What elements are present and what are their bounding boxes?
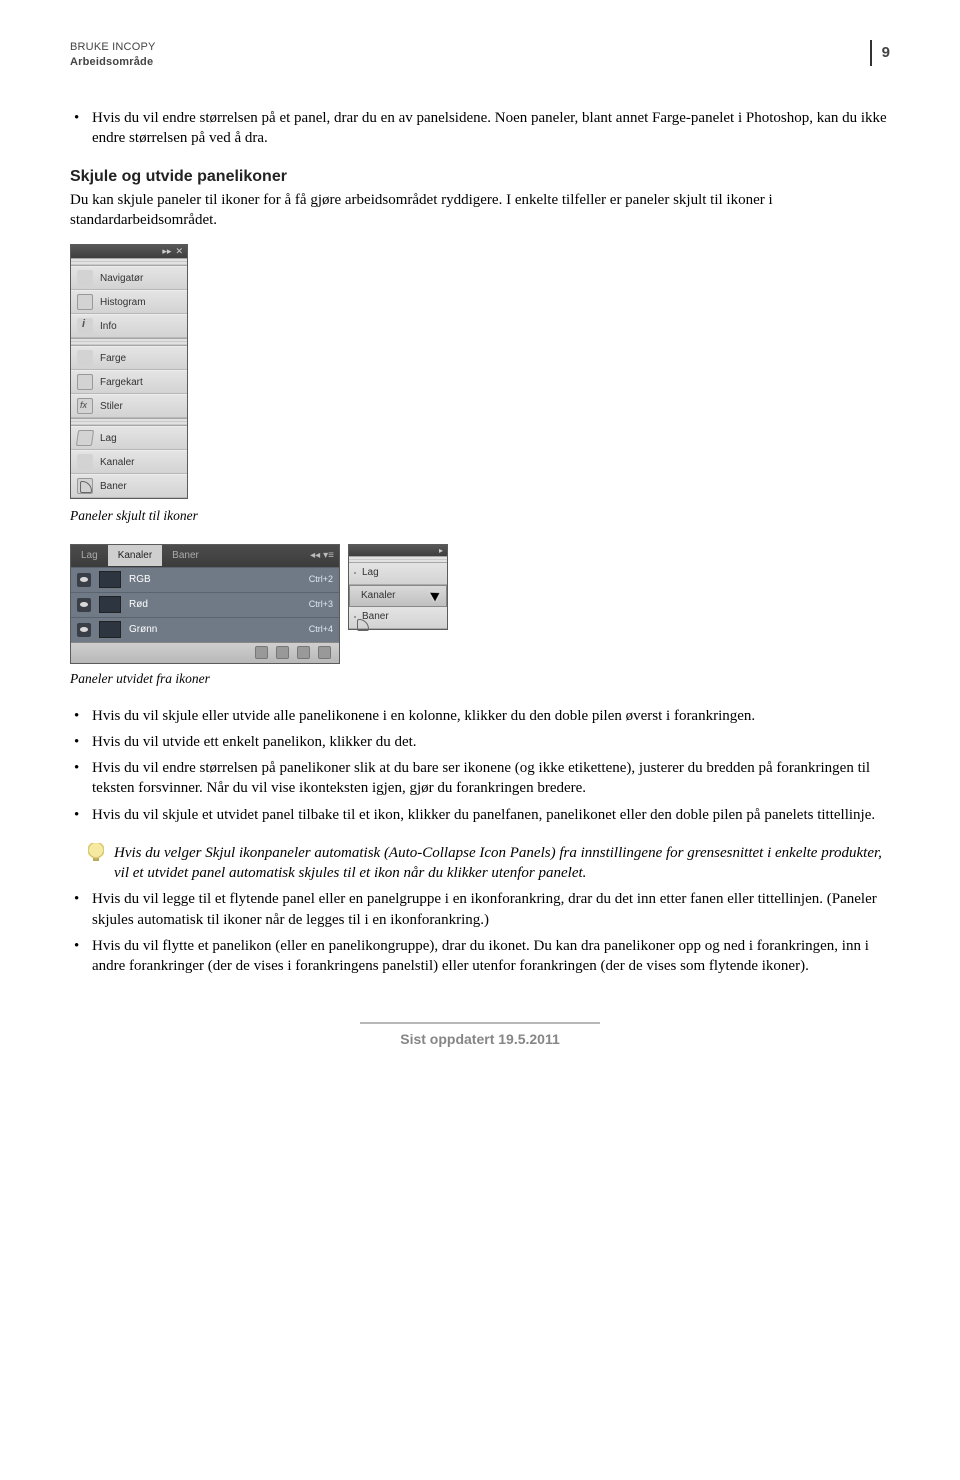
dock-title-bar[interactable]: ▸ — [349, 545, 447, 556]
channel-thumbnail — [99, 571, 121, 588]
panel-item-label: Farge — [100, 352, 126, 366]
channel-label: RGB — [129, 573, 301, 587]
panel-tab-bar: Lag Kanaler Baner ◂◂ ▾≡ — [71, 545, 339, 567]
list-item: Hvis du vil utvide ett enkelt panelikon,… — [90, 732, 890, 752]
panel-item-paths[interactable]: Baner — [71, 474, 187, 498]
panel-dock-collapsed: ▸▸ ✕ Navigatør Histogram Info Farge Farg… — [70, 244, 188, 499]
header-section: Arbeidsområde — [70, 55, 156, 70]
list-item: Hvis du vil skjule eller utvide alle pan… — [90, 706, 890, 726]
close-icon[interactable]: ✕ — [175, 247, 183, 256]
tab-layers[interactable]: Lag — [71, 545, 108, 567]
info-icon — [77, 318, 93, 334]
channel-shortcut: Ctrl+2 — [309, 573, 333, 585]
section-heading: Skjule og utvide panelikoner — [70, 166, 890, 188]
page-number: 9 — [870, 40, 890, 66]
intro-bullet-list: Hvis du vil endre størrelsen på et panel… — [70, 108, 890, 149]
list-item: Hvis du vil legge til et flytende panel … — [90, 889, 890, 930]
page-footer: Sist oppdatert 19.5.2011 — [360, 1022, 600, 1049]
figure-caption: Paneler skjult til ikoner — [70, 507, 890, 525]
panel-item-label: Histogram — [100, 296, 146, 310]
visibility-eye-icon[interactable] — [77, 623, 91, 637]
panel-item-label: Fargekart — [100, 376, 143, 390]
panel-item-label: Stiler — [100, 400, 123, 414]
load-selection-icon[interactable] — [255, 646, 268, 659]
panel-item-label: Info — [100, 320, 117, 334]
new-channel-icon[interactable] — [297, 646, 310, 659]
visibility-eye-icon[interactable] — [77, 598, 91, 612]
channel-thumbnail — [99, 596, 121, 613]
channel-thumbnail — [99, 621, 121, 638]
panel-item-layers[interactable]: Lag — [71, 426, 187, 450]
layers-icon — [76, 430, 94, 446]
panel-item-color[interactable]: Farge — [71, 346, 187, 370]
delete-channel-icon[interactable] — [318, 646, 331, 659]
section-body: Du kan skjule paneler til ikoner for å f… — [70, 190, 890, 231]
tab-channels[interactable]: Kanaler — [108, 545, 162, 567]
channel-label: Rød — [129, 598, 301, 612]
panel-item-label: Lag — [100, 432, 117, 446]
header-product: BRUKE INCOPY — [70, 40, 156, 55]
panel-item-layers[interactable]: Lag — [349, 563, 447, 585]
panel-item-label: Baner — [100, 480, 127, 494]
list-item: Hvis du vil endre størrelsen på et panel… — [90, 108, 890, 149]
panel-item-channels[interactable]: Kanaler — [71, 450, 187, 474]
panel-item-label: Lag — [362, 566, 379, 580]
save-selection-icon[interactable] — [276, 646, 289, 659]
panel-item-info[interactable]: Info — [71, 314, 187, 338]
channel-label: Grønn — [129, 623, 301, 637]
styles-icon — [77, 398, 93, 414]
dock-drag-handle[interactable] — [349, 556, 447, 563]
instruction-list: Hvis du vil legge til et flytende panel … — [70, 889, 890, 976]
channel-row[interactable]: RGB Ctrl+2 — [71, 567, 339, 592]
visibility-eye-icon[interactable] — [77, 573, 91, 587]
page-header: BRUKE INCOPY Arbeidsområde 9 — [70, 40, 890, 70]
tab-paths[interactable]: Baner — [162, 545, 209, 567]
panel-expanded-figure: Lag Kanaler Baner ◂◂ ▾≡ RGB Ctrl+2 Rød C… — [70, 544, 890, 664]
paths-icon — [77, 478, 93, 494]
collapse-chevron-icon[interactable]: ◂◂ — [310, 549, 320, 563]
swatches-icon — [77, 374, 93, 390]
panel-footer — [71, 642, 339, 663]
list-item: Hvis du vil endre størrelsen på paneliko… — [90, 758, 890, 799]
channel-row[interactable]: Rød Ctrl+3 — [71, 592, 339, 617]
histogram-icon — [77, 294, 93, 310]
panel-item-styles[interactable]: Stiler — [71, 394, 187, 418]
panel-item-channels[interactable]: Kanaler — [349, 585, 447, 607]
panel-item-swatches[interactable]: Fargekart — [71, 370, 187, 394]
dock-drag-handle[interactable] — [71, 258, 187, 266]
panel-item-label: Kanaler — [100, 456, 134, 470]
tip-text: Hvis du velger Skjul ikonpaneler automat… — [114, 843, 890, 884]
layers-icon — [354, 572, 356, 574]
tip-callout: Hvis du velger Skjul ikonpaneler automat… — [88, 843, 890, 884]
channels-icon — [77, 454, 93, 470]
color-icon — [77, 350, 93, 366]
panel-item-histogram[interactable]: Histogram — [71, 290, 187, 314]
panel-item-paths[interactable]: Baner — [349, 607, 447, 629]
panel-item-label: Navigatør — [100, 272, 143, 286]
navigator-icon — [77, 270, 93, 286]
channels-panel: Lag Kanaler Baner ◂◂ ▾≡ RGB Ctrl+2 Rød C… — [70, 544, 340, 664]
lightbulb-icon — [88, 843, 104, 863]
instruction-list: Hvis du vil skjule eller utvide alle pan… — [70, 706, 890, 825]
dock-drag-handle[interactable] — [71, 338, 187, 346]
panel-item-label: Kanaler — [361, 589, 395, 603]
dock-drag-handle[interactable] — [71, 418, 187, 426]
paths-icon — [354, 616, 356, 618]
channel-row[interactable]: Grønn Ctrl+4 — [71, 617, 339, 642]
collapse-chevron-icon[interactable]: ▸ — [439, 545, 443, 556]
panel-item-navigator[interactable]: Navigatør — [71, 266, 187, 290]
panel-menu-icon[interactable]: ▾≡ — [323, 549, 334, 563]
dock-title-bar[interactable]: ▸▸ ✕ — [71, 245, 187, 258]
header-breadcrumb: BRUKE INCOPY Arbeidsområde — [70, 40, 156, 70]
list-item: Hvis du vil skjule et utvidet panel tilb… — [90, 805, 890, 825]
channel-shortcut: Ctrl+3 — [309, 598, 333, 610]
channel-shortcut: Ctrl+4 — [309, 623, 333, 635]
figure-caption: Paneler utvidet fra ikoner — [70, 670, 890, 688]
list-item: Hvis du vil flytte et panelikon (eller e… — [90, 936, 890, 977]
panel-dock-mini: ▸ Lag Kanaler Baner — [348, 544, 448, 630]
collapse-chevron-icon[interactable]: ▸▸ — [162, 247, 171, 256]
